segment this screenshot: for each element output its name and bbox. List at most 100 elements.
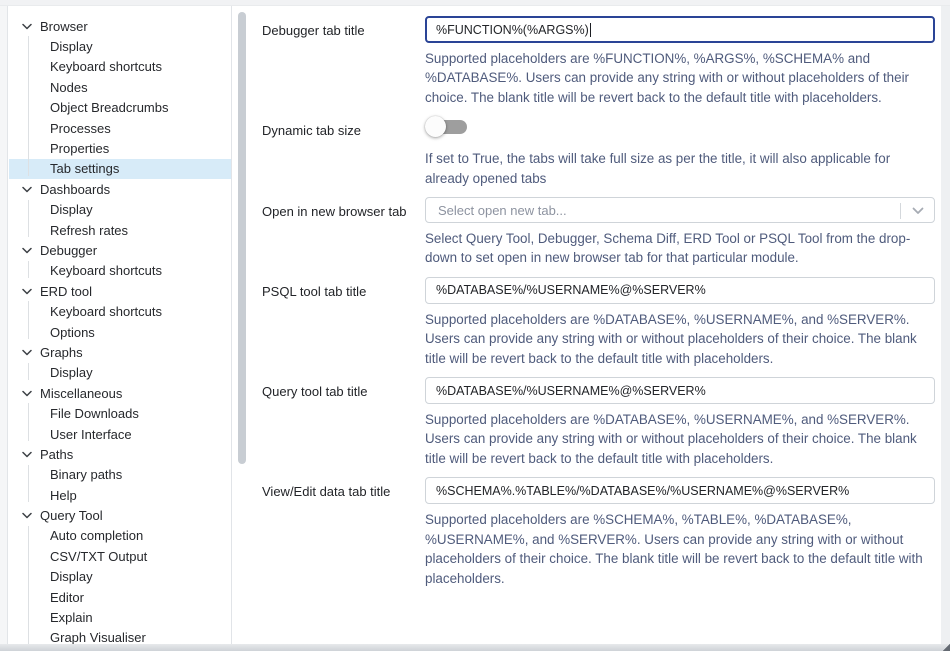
tree-item-graphs[interactable]: Graphs (9, 342, 231, 362)
tree-item-object-breadcrumbs[interactable]: Object Breadcrumbs (9, 98, 231, 118)
preferences-tree: Browser Display Keyboard shortcuts Nodes… (9, 6, 232, 644)
query-tool-tab-title-input[interactable]: %DATABASE%/%USERNAME%@%SERVER% (425, 377, 935, 404)
tree-item-help[interactable]: Help (9, 485, 231, 505)
input-value: %DATABASE%/%USERNAME%@%SERVER% (436, 283, 706, 297)
tree-item-dashboards[interactable]: Dashboards (9, 179, 231, 199)
tree-group-browser: Browser Display Keyboard shortcuts Nodes… (9, 16, 231, 179)
tree-item-label: Keyboard shortcuts (50, 304, 162, 319)
tree-item-label: Object Breadcrumbs (50, 100, 169, 115)
tree-item-label: Binary paths (50, 467, 122, 482)
tree-item-properties[interactable]: Properties (9, 138, 231, 158)
chevron-down-icon (22, 390, 32, 397)
tree-item-label: Display (50, 569, 93, 584)
select-placeholder: Select open new tab... (438, 203, 567, 218)
tree-item-label: Display (50, 202, 93, 217)
tree-item-refresh-rates[interactable]: Refresh rates (9, 220, 231, 240)
tree-item-editor[interactable]: Editor (9, 587, 231, 607)
tree-group-debugger: Debugger Keyboard shortcuts (9, 240, 231, 281)
pref-help-text: Supported placeholders are %FUNCTION%, %… (425, 49, 935, 107)
tree-item-label: Debugger (40, 243, 97, 258)
input-value: %SCHEMA%.%TABLE%/%DATABASE%/%USERNAME%@%… (436, 484, 849, 498)
pref-row-debugger-tab-title: Debugger tab title %FUNCTION%(%ARGS%) Su… (262, 16, 941, 107)
chevron-down-icon (22, 186, 32, 193)
tree-item-dashboards-display[interactable]: Display (9, 200, 231, 220)
tree-item-binary-paths[interactable]: Binary paths (9, 465, 231, 485)
dynamic-tab-size-toggle[interactable] (425, 116, 469, 138)
tree-item-file-downloads[interactable]: File Downloads (9, 403, 231, 423)
tree-scrollbar-thumb[interactable] (238, 12, 246, 464)
tree-item-label: Dashboards (40, 182, 110, 197)
tree-item-label: Editor (50, 590, 84, 605)
tree-item-paths[interactable]: Paths (9, 444, 231, 464)
select-separator (900, 203, 901, 219)
indent-guide (28, 261, 29, 278)
indent-guide (28, 200, 29, 238)
pref-label: PSQL tool tab title (262, 277, 425, 368)
tree-item-tab-settings[interactable]: Tab settings (9, 159, 231, 179)
pref-row-open-in-new-browser-tab: Open in new browser tab Select open new … (262, 197, 941, 268)
pref-row-psql-tool-tab-title: PSQL tool tab title %DATABASE%/%USERNAME… (262, 277, 941, 368)
pref-help-text: If set to True, the tabs will take full … (425, 149, 935, 188)
tree-group-paths: Paths Binary paths Help (9, 444, 231, 505)
tree-item-csv-txt-output[interactable]: CSV/TXT Output (9, 546, 231, 566)
pref-label: Dynamic tab size (262, 116, 425, 188)
chevron-down-icon (22, 23, 32, 30)
tree-item-label: Display (50, 365, 93, 380)
open-new-tab-select[interactable]: Select open new tab... (425, 197, 935, 223)
content-scrollbar-track[interactable] (941, 6, 950, 644)
tree-group-miscellaneous: Miscellaneous File Downloads User Interf… (9, 383, 231, 444)
debugger-tab-title-input[interactable]: %FUNCTION%(%ARGS%) (425, 16, 935, 43)
tree-item-debugger-keyboard-shortcuts[interactable]: Keyboard shortcuts (9, 261, 231, 281)
tree-item-label: Options (50, 325, 95, 340)
tree-item-graphs-display[interactable]: Display (9, 363, 231, 383)
tree-item-label: User Interface (50, 427, 132, 442)
tree-item-auto-completion[interactable]: Auto completion (9, 526, 231, 546)
tree-item-query-tool[interactable]: Query Tool (9, 505, 231, 525)
tree-group-graphs: Graphs Display (9, 342, 231, 383)
psql-tool-tab-title-input[interactable]: %DATABASE%/%USERNAME%@%SERVER% (425, 277, 935, 304)
tree-item-browser[interactable]: Browser (9, 16, 231, 36)
tree-item-debugger[interactable]: Debugger (9, 240, 231, 260)
pref-row-query-tool-tab-title: Query tool tab title %DATABASE%/%USERNAM… (262, 377, 941, 468)
resize-grip-icon[interactable] (942, 643, 950, 651)
tree-item-label: Keyboard shortcuts (50, 263, 162, 278)
tree-item-label: File Downloads (50, 406, 139, 421)
tree-item-user-interface[interactable]: User Interface (9, 424, 231, 444)
tree-item-processes[interactable]: Processes (9, 118, 231, 138)
tree-item-browser-display[interactable]: Display (9, 36, 231, 56)
pref-help-text: Supported placeholders are %DATABASE%, %… (425, 410, 935, 468)
tree-item-query-tool-display[interactable]: Display (9, 567, 231, 587)
tree-item-label: Miscellaneous (40, 386, 122, 401)
tree-item-graph-visualiser[interactable]: Graph Visualiser (9, 628, 231, 644)
chevron-down-icon[interactable] (912, 207, 924, 215)
chevron-down-icon (22, 512, 32, 519)
view-edit-data-tab-title-input[interactable]: %SCHEMA%.%TABLE%/%DATABASE%/%USERNAME%@%… (425, 477, 935, 504)
tree-item-options[interactable]: Options (9, 322, 231, 342)
tree-item-label: Nodes (50, 80, 88, 95)
pref-label: Debugger tab title (262, 16, 425, 107)
input-value: %FUNCTION%(%ARGS%) (436, 23, 589, 37)
indent-guide (28, 301, 29, 339)
indent-guide (28, 526, 29, 644)
tree-item-label: Auto completion (50, 528, 143, 543)
tab-settings-panel: Debugger tab title %FUNCTION%(%ARGS%) Su… (249, 6, 941, 644)
dialog-bottom-edge (0, 644, 950, 651)
tree-item-browser-keyboard-shortcuts[interactable]: Keyboard shortcuts (9, 57, 231, 77)
tree-item-nodes[interactable]: Nodes (9, 77, 231, 97)
tree-item-label: Paths (40, 447, 73, 462)
tree-item-label: Query Tool (40, 508, 103, 523)
pref-help-text: Supported placeholders are %DATABASE%, %… (425, 310, 935, 368)
tree-item-label: Graphs (40, 345, 83, 360)
tree-group-dashboards: Dashboards Display Refresh rates (9, 179, 231, 240)
tree-item-erd-keyboard-shortcuts[interactable]: Keyboard shortcuts (9, 301, 231, 321)
tree-item-miscellaneous[interactable]: Miscellaneous (9, 383, 231, 403)
pref-row-view-edit-data-tab-title: View/Edit data tab title %SCHEMA%.%TABLE… (262, 477, 941, 588)
indent-guide (28, 403, 29, 441)
dialog-left-edge (0, 6, 8, 644)
preferences-dialog: Browser Display Keyboard shortcuts Nodes… (0, 0, 950, 651)
tree-item-erd-tool[interactable]: ERD tool (9, 281, 231, 301)
tree-item-explain[interactable]: Explain (9, 607, 231, 627)
pref-row-dynamic-tab-size: Dynamic tab size If set to True, the tab… (262, 116, 941, 188)
indent-guide (28, 36, 29, 176)
tree-item-label: Processes (50, 121, 111, 136)
